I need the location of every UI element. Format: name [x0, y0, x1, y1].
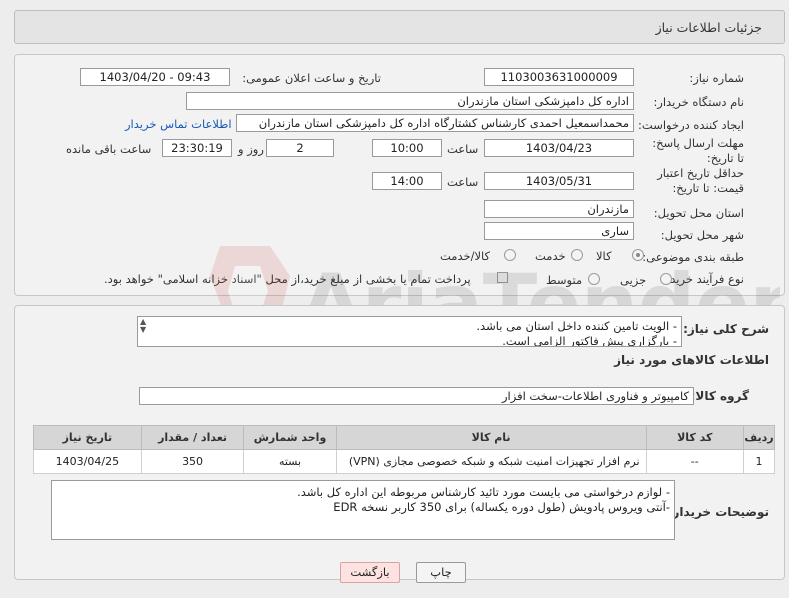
- process-option-medium: متوسط: [546, 273, 583, 287]
- category-option-goods: کالا: [596, 249, 612, 263]
- buyer-org-field: اداره کل دامپزشکی استان مازندران: [186, 92, 634, 110]
- reply-time-label: ساعت: [447, 142, 479, 156]
- buyer-org-label: نام دستگاه خریدار:: [653, 95, 744, 109]
- reply-date-field: 1403/04/23: [484, 139, 634, 157]
- col-goods-code: کد کالا: [645, 425, 745, 450]
- announce-field: 1403/04/20 - 09:43: [80, 68, 230, 86]
- category-radio-goods[interactable]: [632, 249, 644, 261]
- need-number-field: 1103003631000009: [484, 68, 634, 86]
- goods-group-label: گروه کالا:: [690, 389, 749, 403]
- col-quantity: تعداد / مقدار: [140, 425, 245, 450]
- buyer-notes-label: توضیحات خریدار:: [667, 505, 769, 519]
- process-option-minor: جزیی: [620, 273, 647, 287]
- remaining-time-field: 23:30:19: [162, 139, 232, 157]
- city-label: شهر محل تحویل:: [660, 228, 744, 242]
- province-label: استان محل تحویل:: [653, 206, 744, 220]
- buyer-notes-line: - لوازم درخواستی می بایست مورد تائید کار…: [297, 485, 670, 499]
- days-label: روز و: [238, 142, 264, 156]
- buyer-notes-line: -آنتی ویروس پادویش (طول دوره یکساله) برا…: [333, 500, 670, 514]
- description-label: شرح کلی نیاز:: [683, 322, 769, 336]
- back-button[interactable]: بازگشت: [340, 562, 400, 583]
- creator-field: محمداسمعیل احمدی کارشناس کشتارگاه اداره …: [236, 114, 634, 132]
- description-line: - الویت تامین کننده داخل استان می باشد.: [476, 319, 677, 333]
- col-row-number: ردیف: [743, 425, 775, 450]
- process-radio-minor[interactable]: [660, 273, 672, 285]
- category-option-goods-service: کالا/خدمت: [440, 249, 491, 263]
- page-header: جزئیات اطلاعات نیاز: [14, 10, 785, 44]
- province-field: مازندران: [484, 200, 634, 218]
- cell-goods-name: نرم افزار تجهیزات امنیت شبکه و شبکه خصوص…: [335, 449, 647, 474]
- reply-deadline-label: مهلت ارسال پاسخ: تا تاریخ:: [652, 136, 744, 165]
- process-radio-medium[interactable]: [588, 273, 600, 285]
- description-textarea[interactable]: - الویت تامین کننده داخل استان می باشد. …: [137, 316, 682, 347]
- goods-section-title: اطلاعات کالاهای مورد نیاز: [614, 353, 769, 367]
- validity-time-field: 14:00: [372, 172, 442, 190]
- remaining-label: ساعت باقی مانده: [66, 142, 152, 156]
- description-line: - بارگزاری پیش فاکتور الزامی است.: [502, 334, 677, 347]
- treasury-checkbox[interactable]: [497, 272, 508, 283]
- creator-label: ایجاد کننده درخواست:: [638, 118, 744, 132]
- col-need-date: تاریخ نیاز: [33, 425, 142, 450]
- cell-quantity: 350: [140, 449, 245, 474]
- print-button[interactable]: چاپ: [416, 562, 466, 583]
- reply-time-field: 10:00: [372, 139, 442, 157]
- cell-unit: بسته: [243, 449, 337, 474]
- goods-group-field: کامپیوتر و فناوری اطلاعات-سخت افزار: [139, 387, 694, 405]
- category-radio-service[interactable]: [571, 249, 583, 261]
- col-goods-name: نام کالا: [335, 425, 647, 450]
- category-label: طبقه بندی موضوعی:: [642, 250, 744, 264]
- cell-need-date: 1403/04/25: [33, 449, 142, 474]
- process-label: نوع فرآیند خرید :: [662, 272, 744, 286]
- scroll-arrows-icon[interactable]: ▲ ▼: [140, 318, 146, 334]
- cell-goods-code: --: [645, 449, 745, 474]
- treasury-note: پرداخت تمام یا بخشی از مبلغ خرید،از محل …: [104, 272, 471, 286]
- validity-date-field: 1403/05/31: [484, 172, 634, 190]
- cell-row-number: 1: [743, 449, 775, 474]
- page-title: جزئیات اطلاعات نیاز: [655, 20, 762, 35]
- announce-label: تاریخ و ساعت اعلان عمومی:: [242, 71, 381, 85]
- city-field: ساری: [484, 222, 634, 240]
- days-field: 2: [266, 139, 334, 157]
- buyer-notes-textarea[interactable]: - لوازم درخواستی می بایست مورد تائید کار…: [51, 480, 675, 540]
- category-option-service: خدمت: [535, 249, 566, 263]
- goods-table: ردیف کد کالا نام کالا واحد شمارش تعداد /…: [33, 425, 775, 474]
- table-row[interactable]: 1 -- نرم افزار تجهیزات امنیت شبکه و شبکه…: [33, 449, 775, 474]
- table-header-row: ردیف کد کالا نام کالا واحد شمارش تعداد /…: [33, 425, 775, 450]
- category-radio-goods-service[interactable]: [504, 249, 516, 261]
- validity-label: حداقل تاریخ اعتبار قیمت: تا تاریخ:: [657, 166, 744, 195]
- col-unit: واحد شمارش: [243, 425, 337, 450]
- need-number-label: شماره نیاز:: [689, 71, 744, 85]
- validity-time-label: ساعت: [447, 175, 479, 189]
- buyer-contact-link[interactable]: اطلاعات تماس خریدار: [125, 117, 232, 131]
